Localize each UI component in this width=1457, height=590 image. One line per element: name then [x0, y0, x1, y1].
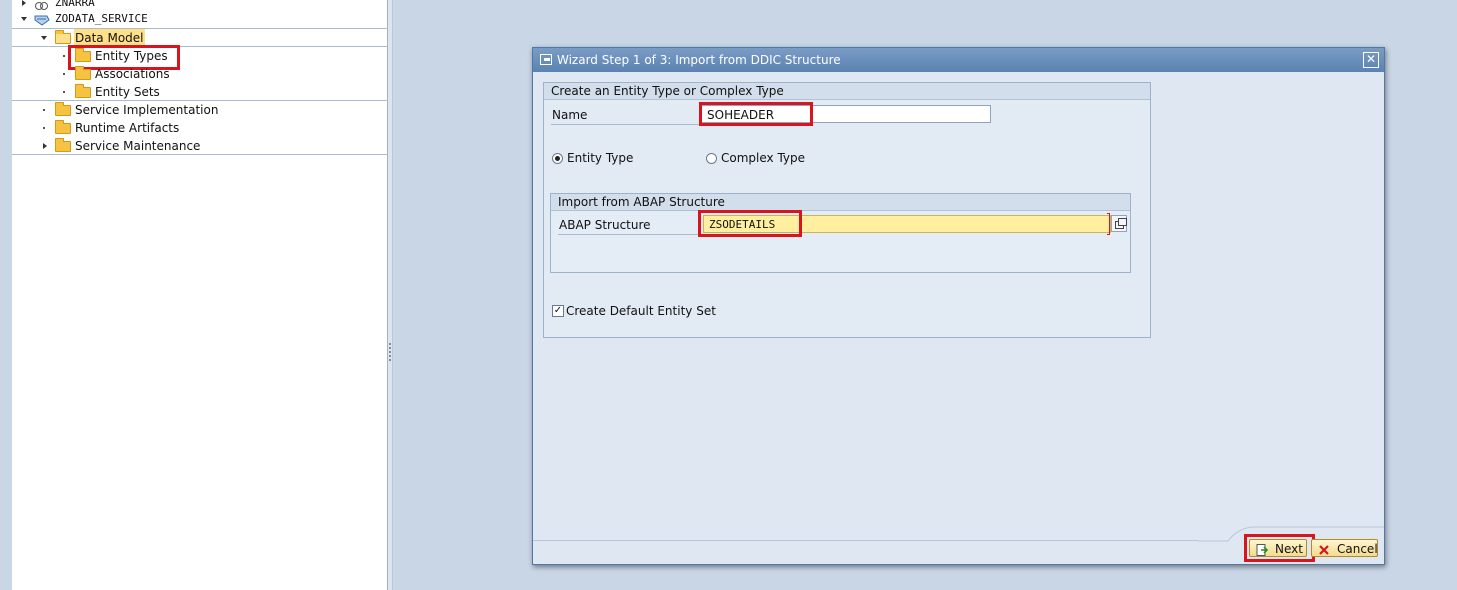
complex-type-radio[interactable] [706, 153, 717, 164]
folder-icon [75, 84, 91, 98]
tree-item-label: Associations [95, 67, 170, 81]
tree-item-zodata-service[interactable]: ZODATA_SERVICE [12, 10, 387, 28]
folder-icon [75, 48, 91, 62]
cancel-x-icon [1318, 543, 1330, 555]
create-type-group: Create an Entity Type or Complex Type Na… [543, 82, 1151, 338]
field-cursor-marker [1107, 213, 1110, 235]
tree-item-associations[interactable]: Associations [12, 65, 387, 83]
tree-item-label: Data Model [74, 29, 145, 47]
next-button-label: Next [1275, 542, 1303, 556]
tree-item-label: Service Implementation [75, 103, 219, 117]
tree-item-label: Runtime Artifacts [75, 121, 180, 135]
tree-item-entity-types[interactable]: Entity Types [12, 47, 387, 65]
tree-item-label: Entity Sets [95, 85, 160, 99]
entity-type-radio[interactable] [552, 153, 563, 164]
next-arrow-icon [1256, 543, 1269, 556]
tree-item-entity-sets[interactable]: Entity Sets [12, 83, 387, 101]
wizard-dialog: Wizard Step 1 of 3: Import from DDIC Str… [532, 47, 1385, 565]
value-help-icon[interactable] [1111, 215, 1127, 232]
folder-icon [75, 66, 91, 80]
create-default-entity-set-label[interactable]: Create Default Entity Set [566, 304, 716, 318]
name-input[interactable]: SOHEADER [701, 105, 991, 123]
next-button[interactable]: Next [1249, 539, 1307, 557]
name-label: Name [552, 108, 588, 122]
tree-bullet [63, 55, 65, 57]
dialog-window-icon [540, 54, 552, 65]
dialog-title: Wizard Step 1 of 3: Import from DDIC Str… [557, 53, 841, 67]
abap-structure-label: ABAP Structure [559, 218, 651, 232]
splitter-grip-icon[interactable] [389, 343, 391, 361]
folder-icon [55, 138, 71, 152]
group-header: Import from ABAP Structure [551, 194, 1130, 211]
footer-line [533, 540, 1198, 541]
dialog-title-bar[interactable]: Wizard Step 1 of 3: Import from DDIC Str… [533, 48, 1384, 72]
tree-item-label: Entity Types [95, 49, 168, 63]
row-separator [12, 154, 387, 155]
tree-bullet [63, 91, 65, 93]
tree-item-data-model[interactable]: Data Model [12, 29, 387, 47]
tree-item-service-implementation[interactable]: Service Implementation [12, 101, 387, 119]
service-icon [34, 0, 48, 10]
tree-item-runtime-artifacts[interactable]: Runtime Artifacts [12, 119, 387, 137]
create-default-entity-set-checkbox[interactable]: ✓ [552, 305, 564, 317]
service-icon [33, 13, 51, 26]
tree-bullet [43, 109, 45, 111]
label-underline [551, 124, 701, 125]
expand-arrow-icon[interactable] [22, 0, 26, 6]
collapse-arrow-icon[interactable] [21, 17, 27, 21]
group-header: Create an Entity Type or Complex Type [544, 83, 1150, 100]
service-tree-panel: ZNARRA ZODATA_SERVICE Data Model Entity … [12, 0, 388, 590]
tree-bullet [43, 127, 45, 129]
tree-item-label: Service Maintenance [75, 139, 201, 153]
cancel-button-label: Cancel [1337, 542, 1378, 556]
close-icon[interactable]: ✕ [1363, 52, 1379, 68]
collapse-arrow-icon[interactable] [41, 36, 47, 40]
expand-arrow-icon[interactable] [43, 143, 47, 149]
folder-open-icon [55, 30, 71, 44]
abap-structure-input[interactable]: ZSODETAILS [703, 215, 1111, 233]
tree-item-label: ZODATA_SERVICE [55, 12, 148, 25]
label-underline [558, 234, 701, 235]
tree-bullet [63, 73, 65, 75]
entity-type-radio-label[interactable]: Entity Type [567, 151, 633, 165]
folder-icon [55, 102, 71, 116]
folder-icon [55, 120, 71, 134]
cancel-button[interactable]: Cancel [1311, 539, 1378, 557]
panel-splitter[interactable] [388, 0, 393, 590]
complex-type-radio-label[interactable]: Complex Type [721, 151, 805, 165]
tree-item-service-maintenance[interactable]: Service Maintenance [12, 137, 387, 155]
import-abap-group: Import from ABAP Structure ABAP Structur… [550, 193, 1131, 273]
